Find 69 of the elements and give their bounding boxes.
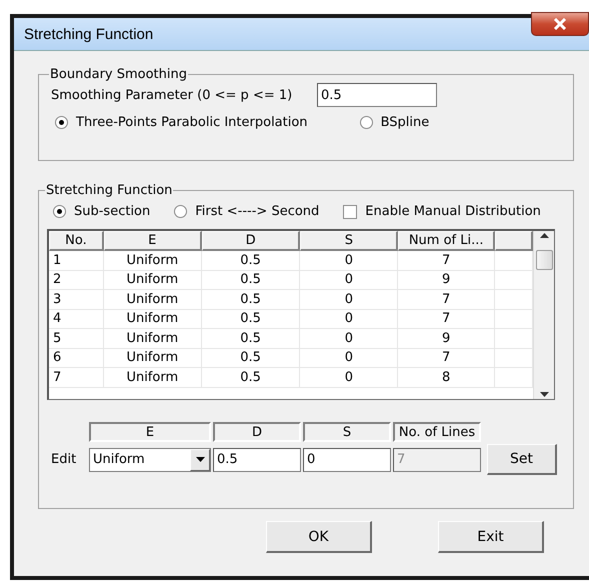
caret-icon — [196, 457, 204, 462]
d-field[interactable]: 0.5 — [213, 448, 301, 472]
e-dropdown[interactable]: Uniform — [89, 448, 211, 472]
group-title: Stretching Function — [45, 183, 174, 198]
table-cell: 0.5 — [202, 270, 300, 290]
column-header[interactable]: D — [202, 231, 300, 251]
table-cell: 7 — [398, 251, 496, 270]
table-cell: 0 — [300, 348, 398, 368]
column-header[interactable]: E — [104, 231, 202, 251]
table-cell: 0 — [300, 310, 398, 329]
scroll-down-icon[interactable] — [540, 392, 548, 397]
table-cell: 6 — [49, 348, 104, 368]
table-cell: 9 — [398, 270, 496, 290]
table-cell: 0 — [300, 329, 398, 348]
table-cell: 0.5 — [202, 310, 300, 329]
window-title: Stretching Function — [24, 26, 154, 42]
column-header[interactable]: S — [300, 231, 398, 251]
table-cell: 4 — [49, 310, 104, 329]
table-cell: 7 — [398, 310, 496, 329]
dialog-button[interactable]: Exit — [438, 521, 544, 553]
close-icon — [553, 18, 567, 30]
scrollbar-thumb[interactable] — [536, 250, 552, 270]
table-cell: 0.5 — [202, 251, 300, 270]
table-cell: 0.5 — [202, 348, 300, 368]
table-cell: 0.5 — [202, 290, 300, 310]
s-field[interactable]: 0 — [303, 448, 391, 472]
smoothing-parameter-field[interactable]: 0.5 — [317, 83, 437, 107]
table-cell: Uniform — [104, 270, 202, 290]
set-button[interactable]: Set — [487, 444, 557, 475]
table-cell: Uniform — [104, 251, 202, 270]
scroll-up-icon[interactable] — [540, 233, 548, 238]
table-cell: 1 — [49, 251, 104, 270]
table-cell: 0.5 — [202, 368, 300, 388]
table-cell: Uniform — [104, 310, 202, 329]
table-cell: 0 — [300, 290, 398, 310]
table-cell: 7 — [398, 348, 496, 368]
manual-distribution-checkbox[interactable]: Enable Manual Distribution — [343, 204, 541, 219]
table-cell: 7 — [398, 290, 496, 310]
radio-option[interactable]: Sub-section — [53, 204, 150, 219]
table-cell: Uniform — [104, 329, 202, 348]
table-cell: 0 — [300, 251, 398, 270]
edit-label: Edit — [50, 452, 78, 467]
table-cell: 7 — [49, 368, 104, 388]
table-cell: 3 — [49, 290, 104, 310]
table-cell: 9 — [398, 329, 496, 348]
table-cell: Uniform — [104, 368, 202, 388]
group-title: Boundary Smoothing — [49, 67, 188, 82]
column-header[interactable]: Num of Li... — [398, 231, 496, 251]
table-cell: 0 — [300, 368, 398, 388]
table-cell: 5 — [49, 329, 104, 348]
table-cell: 0 — [300, 270, 398, 290]
table-cell: 2 — [49, 270, 104, 290]
table-cell: 0.5 — [202, 329, 300, 348]
column-header[interactable]: No. — [49, 231, 104, 251]
edit-column-header: E — [89, 422, 211, 442]
edit-column-header: D — [213, 422, 301, 442]
radio-option[interactable]: Three-Points Parabolic Interpolation — [55, 115, 308, 130]
table-cell: Uniform — [104, 348, 202, 368]
radio-option[interactable]: First <----> Second — [174, 204, 320, 219]
field-label: Smoothing Parameter (0 <= p <= 1) — [51, 88, 294, 102]
scrollbar[interactable] — [533, 231, 554, 399]
table-cell: Uniform — [104, 290, 202, 310]
radio-option[interactable]: BSpline — [360, 115, 430, 130]
edit-column-header: S — [303, 422, 391, 442]
dialog-button[interactable]: OK — [266, 521, 372, 553]
dropdown-button[interactable] — [190, 448, 210, 470]
table-cell: 8 — [398, 368, 496, 388]
close-button[interactable] — [531, 12, 589, 36]
edit-column-header: No. of Lines — [393, 422, 481, 442]
